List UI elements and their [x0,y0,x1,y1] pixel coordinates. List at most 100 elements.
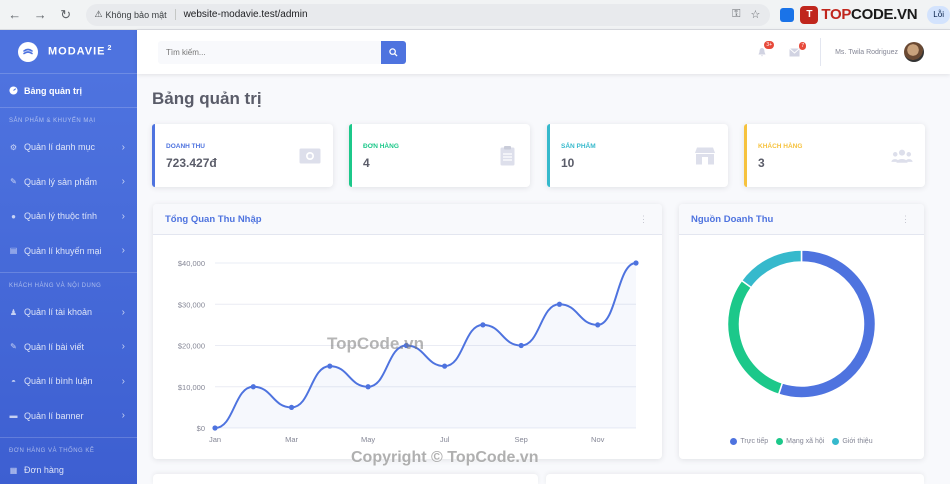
stat-value: 3 [758,156,765,170]
card-title: Nguồn Doanh Thu [691,213,774,225]
data-point[interactable] [556,301,563,307]
sidebar-heading: ĐƠN HÀNG VÀ THỐNG KÊ [9,448,95,454]
data-point[interactable] [212,425,218,431]
stat-card-revenue: DOANH THU 723.427đ [152,124,333,187]
avatar[interactable] [904,42,924,62]
data-point[interactable] [250,384,256,390]
data-point[interactable] [442,363,448,369]
sidebar-item-banners[interactable]: ▬ Quản lí banner › [0,399,137,434]
donut-slice[interactable] [740,249,803,289]
sidebar-item-dashboard[interactable]: Bảng quản trị [0,74,137,108]
url-text: website-modavie.test/admin [183,9,308,20]
topcode-mark-icon: T [800,5,819,24]
sidebar: MODAVIE 2 Bảng quản trị SẢN PHẨM & KHUYẾN… [0,30,137,484]
legend-item: Giới thiệu [832,438,873,445]
back-icon[interactable]: ← [4,4,25,26]
sidebar-item-posts[interactable]: ✎ Quản lí bài viết › [0,330,137,365]
chevron-right-icon: › [121,245,125,257]
data-point[interactable] [633,260,639,266]
money-icon [299,145,321,167]
legend-swatch [730,438,738,445]
stat-label: DOANH THU [166,143,205,150]
data-point[interactable] [365,384,371,390]
stat-accent-bar [349,124,352,187]
stat-accent-bar [744,124,747,187]
search-input[interactable] [158,40,381,64]
comments-icon: ◓ [11,376,16,386]
sidebar-item-orders[interactable]: ▦ Đơn hàng [0,460,137,480]
vertical-dots-icon[interactable]: ⋮ [901,214,910,225]
x-tick-label: Jan [209,435,221,444]
alerts-bell-icon[interactable]: 3+ [752,41,775,57]
y-tick-label: $20,000 [178,342,205,351]
y-tick-label: $0 [197,424,205,433]
donut-chart [726,249,877,399]
topcode-logo: T TOPCODE.VN [800,5,918,24]
donut-slice[interactable] [726,279,784,396]
stat-accent-bar [547,124,550,187]
data-point[interactable] [480,322,486,328]
warning-icon: ⚠ [94,9,103,19]
stat-label: ĐƠN HÀNG [363,143,399,150]
donut-slice[interactable] [777,249,877,399]
chevron-right-icon: › [121,341,125,353]
legend-item: Trực tiếp [730,438,768,445]
sidebar-item-products[interactable]: ✎ Quản lý sản phẩm › [0,165,137,200]
data-point[interactable] [327,363,333,369]
stat-label: SẢN PHẨM [561,143,596,150]
legend-swatch [776,438,784,445]
pen-icon: ✎ [10,342,17,352]
key-icon[interactable]: ⚿ [732,8,740,21]
users-icon: ♟ [9,307,18,317]
sidebar-heading: KHÁCH HÀNG VÀ NỘI DUNG [9,283,102,289]
topbar: 3+ 7 Ms. Twila Rodriguez [137,30,950,74]
clipboard-icon [496,145,518,167]
search-button[interactable] [381,40,406,64]
sidebar-item-accounts[interactable]: ♟ Quản lí tài khoản › [0,295,137,330]
chevron-right-icon: › [121,375,125,387]
data-point[interactable] [518,342,524,349]
extension-icon[interactable] [780,7,795,22]
messages-envelope-icon[interactable]: 7 [784,41,807,57]
y-tick-label: $30,000 [178,300,205,309]
address-bar[interactable]: ⚠ Không bảo mật website-modavie.test/adm… [86,3,771,26]
card-header: Nguồn Doanh Thu ⋮ [679,204,924,235]
sidebar-heading: SẢN PHẨM & KHUYẾN MẠI [9,118,96,124]
x-tick-label: May [361,435,375,444]
chevron-right-icon: › [121,306,125,318]
card-header: Tổng Quan Thu Nhập ⋮ [153,204,662,235]
stat-value: 4 [363,156,370,170]
sidebar-item-promotions[interactable]: ▤ Quản lí khuyến mại › [0,234,137,269]
data-point[interactable] [288,404,295,410]
copyright-watermark: Copyright © TopCode.vn [351,449,539,466]
donut-legend: Trực tiếp Mạng xã hội Giới thiệu [679,438,924,445]
wrench-icon: ✎ [10,177,17,187]
partial-card [546,474,924,484]
legend-swatch [832,438,840,445]
stat-card-customers: KHÁCH HÀNG 3 [744,124,925,187]
browser-toolbar: ← → ↻ ⚠ Không bảo mật website-modavie.te… [0,0,950,30]
chevron-right-icon: › [121,210,125,222]
data-point[interactable] [595,322,601,328]
sidebar-item-categories[interactable]: ⚙ Quản lí danh mục › [0,130,137,165]
profile-error-chip[interactable]: Lỗi [927,5,950,24]
chevron-right-icon: › [121,410,125,422]
messages-badge: 7 [799,41,807,50]
reload-icon[interactable]: ↻ [55,4,76,26]
chevron-right-icon: › [121,176,125,188]
x-tick-label: Mar [285,435,298,444]
earnings-overview-card: Tổng Quan Thu Nhập ⋮ $0 $10,000 $20,000 $30… [153,204,662,459]
y-tick-label: $10,000 [178,383,205,392]
brand-name: MODAVIE [48,45,106,58]
vertical-dots-icon[interactable]: ⋮ [639,214,648,225]
forward-icon[interactable]: → [29,4,50,26]
sidebar-brand[interactable]: MODAVIE 2 [0,30,137,74]
user-name[interactable]: Ms. Twila Rodriguez [835,49,898,56]
search-icon [389,47,398,57]
security-warning[interactable]: ⚠ Không bảo mật [94,9,176,20]
sidebar-item-comments[interactable]: ◓ Quản lí bình luận › [0,364,137,399]
table-icon: ▦ [9,465,18,475]
star-icon[interactable]: ☆ [751,8,761,21]
users-icon [891,145,913,167]
sidebar-item-attributes[interactable]: ● Quản lý thuộc tính › [0,199,137,234]
